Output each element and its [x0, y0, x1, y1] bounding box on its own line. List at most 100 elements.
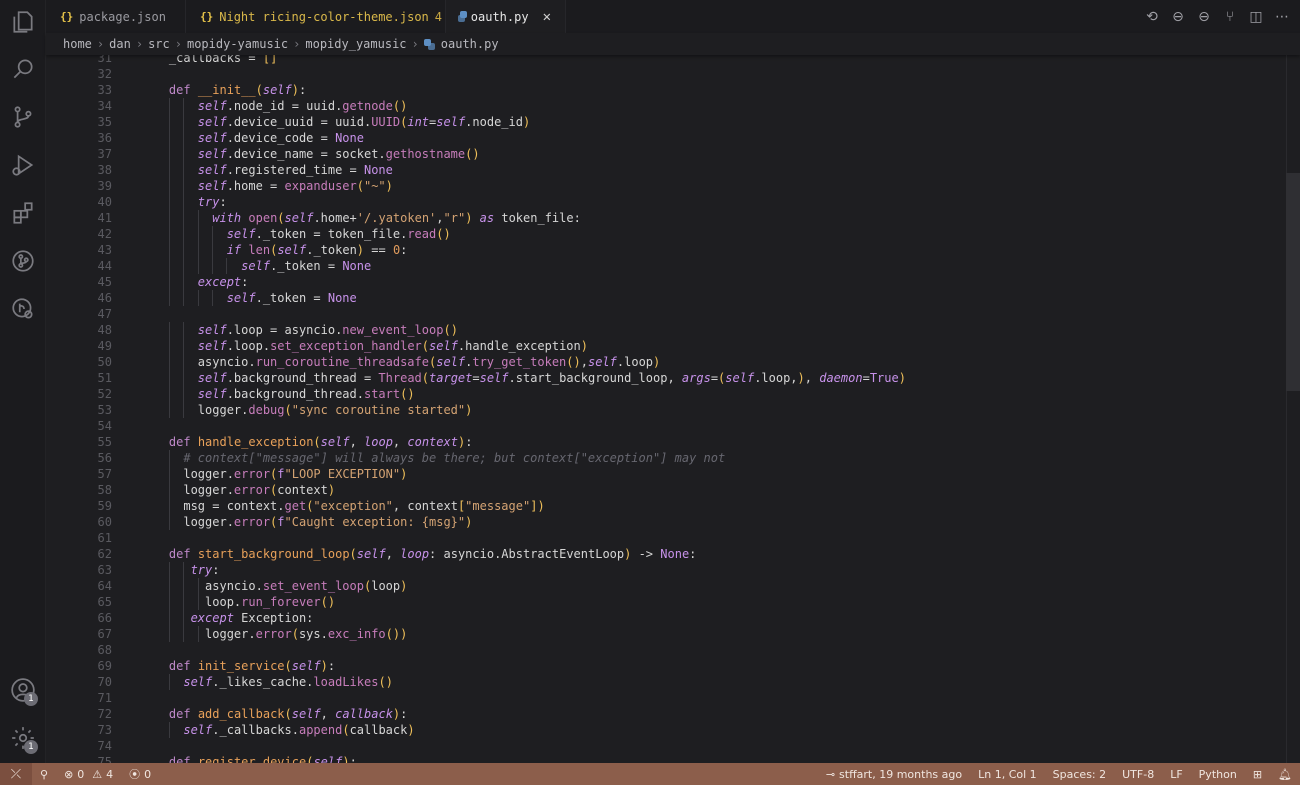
breadcrumb-item[interactable]: mopidy-yamusic — [187, 37, 288, 51]
settings-gear-icon[interactable]: 1 — [0, 718, 46, 758]
overview-ruler — [1286, 55, 1300, 763]
extensions-icon[interactable] — [0, 193, 46, 233]
code-text: def handle_exception(self, loop, context… — [168, 435, 473, 449]
line-number: 41 — [97, 211, 112, 225]
accounts-badge: 1 — [24, 692, 38, 706]
code-text: self._token = None — [226, 291, 357, 305]
encoding[interactable]: UTF-8 — [1114, 768, 1162, 781]
explorer-icon[interactable] — [0, 2, 46, 42]
line-number: 40 — [97, 195, 112, 209]
line-number: 47 — [97, 307, 112, 321]
code-text: self._token = None — [241, 259, 372, 273]
code-text: def register_device(self): — [168, 755, 357, 763]
vertical-scrollbar[interactable] — [1286, 173, 1300, 391]
split-editor-icon[interactable]: ◫ — [1248, 9, 1264, 25]
status-bar: ⤫ ⚲ ⊗ 0 ⚠ 4 ⦿ 0 ⊸ stffart, 19 months ago Ln … — [0, 763, 1300, 785]
line-number: 51 — [97, 371, 112, 385]
code-text: def __init__(self): — [168, 83, 307, 97]
code-lines: 31 _callbacks = [] 32 33 def __init__(self… — [46, 55, 1286, 763]
git-blame-status[interactable]: ⊸ stffart, 19 months ago — [818, 768, 970, 781]
settings-badge: 1 — [24, 740, 38, 754]
line-number: 50 — [97, 355, 112, 369]
ports-status[interactable]: ⦿ 0 — [121, 766, 159, 782]
code-text: loop.run_forever() — [140, 595, 336, 609]
accounts-icon[interactable]: 1 — [0, 670, 46, 710]
tab-theme-json[interactable]: {} Night ricing-color-theme.json 4 — [186, 0, 446, 33]
notifications-bell-icon[interactable]: 🔔︎ — [1270, 768, 1300, 781]
code-text: self.node_id = uuid.getnode() — [197, 99, 408, 113]
code-text: try: — [190, 563, 220, 577]
code-text: logger.debug("sync coroutine started") — [140, 403, 473, 417]
code-line: 40 try: — [46, 194, 1286, 210]
search-icon[interactable] — [0, 49, 46, 89]
line-number: 53 — [97, 403, 112, 417]
code-text: self.device_code = None — [197, 131, 364, 145]
breadcrumb-item[interactable]: mopidy_yamusic — [305, 37, 406, 51]
run-debug-icon[interactable] — [0, 145, 46, 185]
code-editor[interactable]: 31 _callbacks = [] 32 33 def __init__(self… — [46, 55, 1300, 763]
breadcrumb-item[interactable]: home — [63, 37, 92, 51]
activity-bar: 1 1 — [0, 0, 46, 763]
code-line: 74 — [46, 738, 1286, 754]
line-number: 55 — [97, 435, 112, 449]
code-line: 75 def register_device(self): — [46, 754, 1286, 763]
code-line: 35 self.device_uuid = uuid.UUID(int=self… — [46, 114, 1286, 130]
problems-status[interactable]: ⊗ 0 ⚠ 4 — [56, 768, 121, 781]
source-control-icon[interactable] — [0, 97, 46, 137]
breadcrumb-item[interactable]: src — [148, 37, 170, 51]
code-text: msg = context.get("exception", context["… — [140, 499, 545, 513]
code-text: self.registered_time = None — [197, 163, 393, 177]
code-line: 57 logger.error(f"LOOP EXCEPTION") — [46, 466, 1286, 482]
open-changes-icon[interactable]: ⟲ — [1144, 9, 1160, 25]
line-number: 39 — [97, 179, 112, 193]
code-text: # context["message"] will always be ther… — [140, 451, 726, 465]
code-text: def start_background_loop(self, loop: as… — [168, 547, 697, 561]
code-text: try: — [197, 195, 227, 209]
code-text: self._likes_cache.loadLikes() — [183, 675, 393, 689]
code-text: if len(self._token) == 0: — [226, 243, 408, 257]
line-number: 43 — [97, 243, 112, 257]
copilot-icon[interactable]: ⊞ — [1245, 768, 1270, 781]
json-icon: {} — [60, 10, 74, 23]
line-number: 48 — [97, 323, 112, 337]
remote-indicator-icon[interactable]: ⤫ — [0, 763, 32, 785]
more-actions-icon[interactable]: ⋯ — [1274, 9, 1290, 25]
line-number: 35 — [97, 115, 112, 129]
tab-label: Night ricing-color-theme.json — [219, 9, 429, 24]
debug-status[interactable]: ⚲ — [32, 768, 56, 781]
code-line: 52 self.background_thread.start() — [46, 386, 1286, 402]
next-change-icon[interactable]: ⊖ — [1196, 9, 1212, 25]
line-number: 36 — [97, 131, 112, 145]
code-line: 51 self.background_thread = Thread(targe… — [46, 370, 1286, 386]
breadcrumb-item[interactable]: oauth.py — [441, 37, 499, 51]
tab-package-json[interactable]: {} package.json — [46, 0, 186, 33]
remote-explorer-icon[interactable] — [0, 289, 46, 329]
code-line: 68 — [46, 642, 1286, 658]
code-text: logger.error(f"Caught exception: {msg}") — [140, 515, 473, 529]
previous-change-icon[interactable]: ⊖ — [1170, 9, 1186, 25]
git-lens-icon[interactable]: ⑂ — [1222, 9, 1238, 25]
line-number: 59 — [97, 499, 112, 513]
code-text: except: — [197, 275, 249, 289]
chevron-right-icon: › — [293, 37, 301, 51]
code-text: _callbacks = [] — [140, 55, 278, 65]
code-line: 63 try: — [46, 562, 1286, 578]
code-line: 48 self.loop = asyncio.new_event_loop() — [46, 322, 1286, 338]
language-mode[interactable]: Python — [1191, 768, 1245, 781]
end-of-line[interactable]: LF — [1162, 768, 1190, 781]
close-icon[interactable]: ✕ — [543, 9, 551, 25]
code-text: def add_callback(self, callback): — [168, 707, 408, 721]
indentation[interactable]: Spaces: 2 — [1045, 768, 1114, 781]
line-number: 52 — [97, 387, 112, 401]
tab-oauth-py[interactable]: oauth.py ✕ — [446, 0, 566, 33]
git-blame-text: stffart, 19 months ago — [839, 767, 963, 781]
warning-count: 4 — [106, 767, 114, 781]
code-text: logger.error(f"LOOP EXCEPTION") — [140, 467, 408, 481]
cursor-position[interactable]: Ln 1, Col 1 — [970, 768, 1045, 781]
chevron-right-icon: › — [411, 37, 419, 51]
git-graph-icon[interactable] — [0, 241, 46, 281]
breadcrumb-item[interactable]: dan — [109, 37, 131, 51]
line-number: 75 — [97, 755, 112, 763]
editor-actions: ⟲ ⊖ ⊖ ⑂ ◫ ⋯ — [1144, 0, 1290, 33]
line-number: 44 — [97, 259, 112, 273]
